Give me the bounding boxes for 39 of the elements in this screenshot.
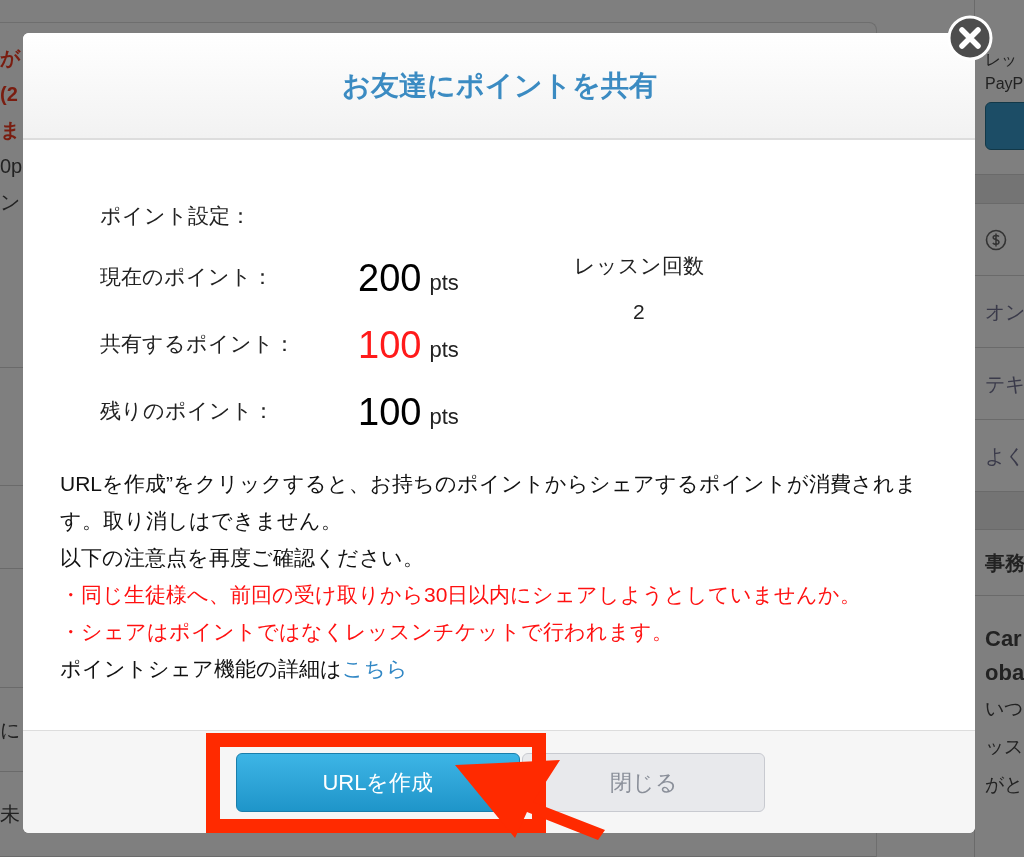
point-unit: pts: [429, 402, 459, 431]
background-text: (2: [0, 82, 19, 107]
dollar-icon: [985, 228, 1007, 251]
sidebar-section-title: 事務: [985, 550, 1024, 576]
modal-title: お友達にポイントを共有: [341, 68, 657, 103]
detail-text: ポイントシェア機能の詳細は こちら: [60, 655, 409, 682]
notice-text: 以下の注意点を再度ご確認ください。: [60, 544, 425, 571]
background-text: ま: [0, 118, 21, 143]
background-text: 0p: [0, 154, 23, 179]
notice-text: ・シェアはポイントではなくレッスンチケットで行われます。: [60, 618, 674, 645]
lesson-count-label: レッスン回数: [573, 253, 704, 279]
sidebar-text: レッ: [985, 50, 1018, 70]
sidebar-menu-item[interactable]: テキ: [985, 368, 1024, 399]
sidebar-text: PayP: [985, 74, 1024, 94]
point-label: 共有するポイント：: [100, 331, 296, 357]
point-value: 200: [358, 258, 422, 301]
section-label: ポイント設定：: [100, 203, 252, 229]
notice-text: ・同じ生徒様へ、前回の受け取りから30日以内にシェアしようとしていませんか。: [60, 581, 863, 608]
sidebar-menu-item[interactable]: よく: [985, 440, 1024, 471]
point-value: 100: [358, 325, 422, 368]
point-value: 100: [358, 392, 422, 435]
point-label: 現在のポイント：: [100, 264, 274, 290]
point-label: 残りのポイント：: [100, 398, 275, 424]
lesson-count-value: 2: [632, 298, 645, 325]
background-text: 未: [0, 802, 21, 828]
sidebar-menu-item[interactable]: オン: [985, 296, 1024, 327]
sidebar-card-title: Car: [985, 625, 1023, 653]
background-text: が: [0, 46, 22, 71]
background-text: に: [0, 717, 21, 743]
details-link[interactable]: こちら: [342, 656, 408, 680]
point-unit: pts: [429, 268, 459, 297]
sidebar-card-text: いつ: [985, 697, 1024, 721]
sidebar-card-title: oba: [985, 659, 1024, 687]
notice-text: URLを作成”をクリックすると、お持ちのポイントからシェアするポイントが消費されます。取り消しはできません。: [60, 470, 918, 534]
sidebar-card-text: がと: [985, 773, 1024, 797]
sidebar-button[interactable]: [985, 102, 1024, 150]
point-unit: pts: [429, 335, 459, 364]
sidebar-card-text: ッス: [985, 735, 1024, 759]
background-text: ン: [0, 190, 21, 215]
